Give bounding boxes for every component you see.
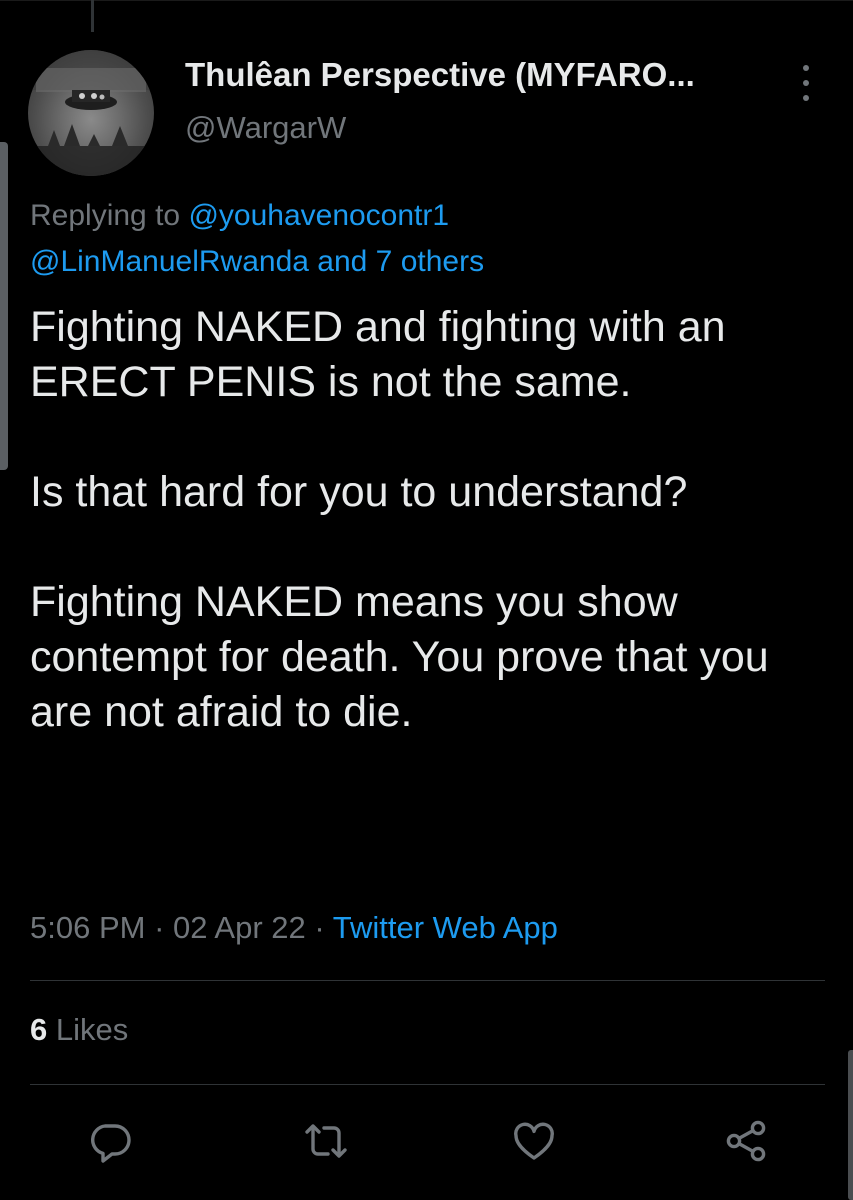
replying-to-prefix: Replying to <box>30 199 181 232</box>
replying-to: Replying to @youhavenocontr1 @LinManuelR… <box>30 193 830 285</box>
likes-number: 6 <box>30 1012 48 1047</box>
mention-link[interactable]: @youhavenocontr1 <box>188 199 449 232</box>
tweet-date[interactable]: 02 Apr 22 <box>173 910 306 945</box>
share-button[interactable] <box>722 1117 770 1165</box>
share-icon <box>726 1120 766 1162</box>
top-edge <box>0 0 853 1</box>
like-icon <box>514 1122 554 1160</box>
tweet-text: Fighting NAKED and fighting with an EREC… <box>30 300 830 740</box>
tweet-source[interactable]: Twitter Web App <box>333 910 558 945</box>
tweet-paragraph: Fighting NAKED means you show contempt f… <box>30 578 769 736</box>
meta-separator: · <box>145 910 174 945</box>
more-options-button[interactable] <box>793 60 819 106</box>
divider <box>30 1084 825 1085</box>
avatar[interactable] <box>28 50 154 176</box>
likes-label: Likes <box>55 1012 129 1047</box>
tweet-meta: 5:06 PM · 02 Apr 22 · Twitter Web App <box>30 910 558 946</box>
tweet-paragraph: Fighting NAKED and fighting with an EREC… <box>30 303 726 406</box>
like-button[interactable] <box>510 1117 558 1165</box>
avatar-image <box>28 50 154 176</box>
more-vertical-icon <box>803 65 809 101</box>
scrollbar[interactable] <box>848 1050 853 1200</box>
divider <box>30 980 825 981</box>
author-handle[interactable]: @WargarW <box>185 110 346 146</box>
retweet-icon <box>305 1124 347 1158</box>
scroll-indicator <box>0 142 8 470</box>
thread-connector-line <box>91 0 94 32</box>
meta-separator: · <box>305 910 333 945</box>
mention-link[interactable]: @LinManuelRwanda <box>30 245 309 278</box>
retweet-button[interactable] <box>302 1117 350 1165</box>
tweet-paragraph: Is that hard for you to understand? <box>30 468 688 516</box>
reply-icon <box>91 1124 131 1163</box>
others-link[interactable]: and 7 others <box>317 245 484 278</box>
reply-button[interactable] <box>86 1117 134 1165</box>
author-display-name[interactable]: Thulêan Perspective (MYFARO... <box>185 56 745 94</box>
likes-count[interactable]: 6 Likes <box>30 1012 128 1048</box>
tweet-time[interactable]: 5:06 PM <box>30 910 145 945</box>
